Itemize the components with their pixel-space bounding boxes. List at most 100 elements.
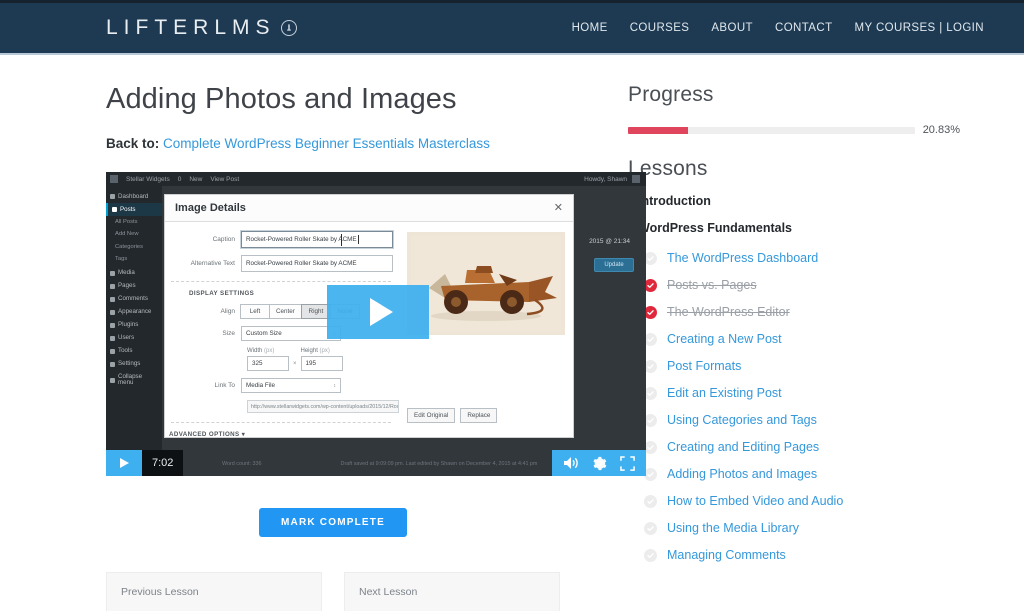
big-play-icon[interactable] — [327, 285, 429, 340]
video-player[interactable]: Stellar Widgets 0 New View Post Howdy, S… — [106, 172, 646, 477]
caption-label: Caption — [212, 236, 235, 244]
lesson-link[interactable]: Creating a New Post — [667, 332, 782, 346]
video-frame-screenshot: Stellar Widgets 0 New View Post Howdy, S… — [106, 172, 646, 477]
align-left-button: Left — [240, 304, 270, 320]
lesson-link[interactable]: Post Formats — [667, 359, 741, 373]
progress-bar — [628, 126, 915, 134]
lesson-list-item[interactable]: Creating a New Post — [628, 332, 960, 346]
lesson-list-item[interactable]: The WordPress Dashboard — [628, 251, 960, 265]
text-caret — [357, 235, 359, 245]
breadcrumb: Back to: Complete WordPress Beginner Ess… — [106, 136, 560, 151]
wp-update-button: Update — [594, 258, 634, 273]
logo-text: LIFTERLMS — [106, 16, 276, 39]
lesson-list-item[interactable]: Managing Comments — [628, 548, 960, 562]
nav-item-home[interactable]: HOME — [572, 22, 608, 34]
alt-text-label: Alternative Text — [190, 260, 235, 268]
chapter-introduction[interactable]: ▸ Introduction — [628, 194, 960, 208]
settings-icon — [110, 361, 115, 367]
alt-text-row: Alternative Text Rocket-Powered Roller S… — [169, 255, 393, 273]
modal-header: Image Details ✕ — [165, 195, 573, 223]
progress-bar-fill — [628, 126, 688, 134]
wp-howdy: Howdy, Shawn — [584, 175, 646, 184]
lesson-link[interactable]: The WordPress Dashboard — [667, 251, 818, 265]
lesson-nav-cards: Previous Lesson Creating and Editing Pag… — [106, 572, 560, 611]
lesson-link[interactable]: Using Categories and Tags — [667, 413, 817, 427]
brush-icon — [110, 309, 115, 315]
nav-item-contact[interactable]: CONTACT — [775, 22, 833, 34]
backto-course-link[interactable]: Complete WordPress Beginner Essentials M… — [163, 136, 490, 151]
replace-button: Replace — [460, 408, 498, 424]
wp-menu-pages: Pages — [106, 280, 162, 293]
page-body: Adding Photos and Images Back to: Comple… — [0, 55, 1024, 611]
nav-item-about[interactable]: ABOUT — [711, 22, 753, 34]
lesson-list-item[interactable]: Using Categories and Tags — [628, 413, 960, 427]
wp-menu-posts: Posts — [106, 203, 162, 217]
lesson-list-item[interactable]: The WordPress Editor — [628, 305, 960, 319]
lesson-link[interactable]: Edit an Existing Post — [667, 386, 782, 400]
link-to-value: Media File — [246, 382, 276, 390]
lifter-weight-circle-icon — [280, 20, 297, 36]
lesson-link[interactable]: Using the Media Library — [667, 521, 799, 535]
lesson-list-item[interactable]: How to Embed Video and Audio — [628, 494, 960, 508]
wp-howdy-text: Howdy, Shawn — [584, 175, 627, 183]
lesson-link[interactable]: How to Embed Video and Audio — [667, 494, 843, 508]
next-lesson-card[interactable]: Next Lesson How to Embed Video and Audio — [344, 572, 560, 611]
site-logo[interactable]: LIFTERLMS — [106, 16, 297, 40]
lesson-list-item[interactable]: Posts vs. Pages — [628, 278, 960, 292]
chapter-introduction-label: Introduction — [638, 194, 711, 208]
progress-percent: 20.83% — [922, 124, 960, 136]
lesson-list-item[interactable]: Using the Media Library — [628, 521, 960, 535]
lesson-list-item[interactable]: Post Formats — [628, 359, 960, 373]
wp-view-post-label: View Post — [210, 175, 240, 183]
wp-menu-tags: Tags — [115, 256, 128, 263]
alt-text-value: Rocket-Powered Roller Skate by ACME — [246, 260, 357, 268]
wp-comments-count: 0 — [177, 175, 182, 183]
progress-heading: Progress — [628, 83, 714, 106]
chapter-wordpress-fundamentals[interactable]: ▾ WordPress Fundamentals — [628, 221, 960, 235]
close-icon: ✕ — [553, 201, 563, 214]
rocket-roller-skate-image — [407, 232, 565, 336]
height-label: Height (px) — [301, 348, 343, 354]
lesson-list-item[interactable]: Edit an Existing Post — [628, 386, 960, 400]
check-incomplete-icon — [644, 494, 657, 508]
lesson-link[interactable]: Posts vs. Pages — [667, 278, 757, 292]
align-center-button: Center — [269, 304, 302, 320]
wp-menu-settings: Settings — [106, 358, 162, 371]
lesson-link[interactable]: Creating and Editing Pages — [667, 440, 819, 454]
lesson-list: The WordPress Dashboard Posts vs. Pages Th… — [628, 251, 960, 562]
previous-lesson-label: Previous Lesson — [121, 586, 199, 599]
volume-icon[interactable] — [563, 456, 579, 470]
play-icon[interactable] — [106, 450, 142, 477]
size-select: Custom Size ↕ — [241, 326, 341, 342]
fullscreen-icon[interactable] — [620, 456, 635, 471]
lesson-list-item[interactable]: Creating and Editing Pages — [628, 440, 960, 454]
users-icon — [110, 335, 115, 341]
wp-site-name: Stellar Widgets — [126, 175, 170, 183]
comment-icon — [110, 296, 115, 302]
plugin-icon — [110, 322, 115, 328]
lesson-link[interactable]: Adding Photos and Images — [667, 467, 817, 481]
video-controls: 7:02 — [106, 450, 646, 477]
previous-lesson-card[interactable]: Previous Lesson Creating and Editing Pag… — [106, 572, 322, 611]
caption-row: Caption Rocket-Powered Roller Skate by A… — [169, 231, 393, 249]
lesson-list-item[interactable]: Adding Photos and Images — [628, 467, 960, 481]
nav-item-courses[interactable]: COURSES — [630, 22, 690, 34]
link-to-row: Link To Media File ↕ — [169, 378, 393, 394]
advanced-options-text: ADVANCED OPTIONS — [169, 431, 240, 439]
check-incomplete-icon — [644, 521, 657, 535]
lesson-link[interactable]: The WordPress Editor — [667, 305, 790, 319]
dashboard-icon — [110, 194, 115, 200]
wp-menu-all-posts: All Posts — [115, 218, 138, 225]
modal-title: Image Details — [175, 202, 246, 215]
wp-publish-date: 2015 @ 21:34 — [589, 238, 630, 246]
gear-icon[interactable] — [592, 456, 607, 471]
mark-complete-button[interactable]: MARK COMPLETE — [259, 508, 407, 538]
edit-original-button: Edit Original — [407, 408, 456, 424]
page-icon — [110, 283, 115, 289]
height-input: 195 — [300, 356, 343, 372]
lesson-link[interactable]: Managing Comments — [667, 548, 786, 562]
nav-item-my-courses-login[interactable]: MY COURSES | LOGIN — [855, 22, 984, 34]
link-to-select: Media File ↕ — [241, 378, 341, 394]
video-progress-track[interactable] — [183, 450, 552, 476]
align-label: Align — [220, 308, 235, 316]
